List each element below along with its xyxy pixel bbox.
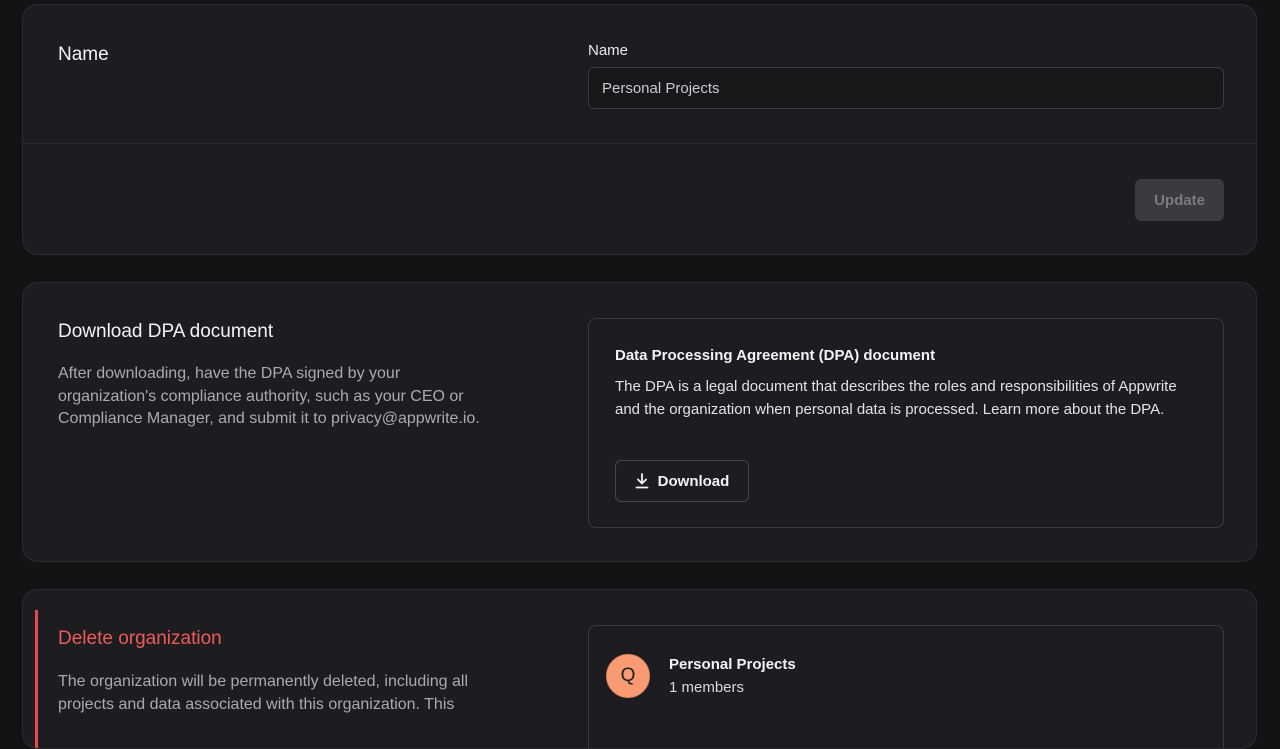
dpa-box-title: Data Processing Agreement (DPA) document [615, 347, 936, 364]
dpa-info-box: Data Processing Agreement (DPA) document… [588, 318, 1224, 528]
download-icon [635, 473, 649, 489]
download-button[interactable]: Download [615, 460, 749, 502]
divider [23, 143, 1256, 144]
delete-section-description: The organization will be permanently del… [58, 673, 469, 713]
avatar: Q [606, 654, 650, 698]
delete-org-card: Delete organization The organization wil… [22, 589, 1257, 749]
dpa-section-title: Download DPA document [58, 321, 274, 342]
delete-section-title: Delete organization [58, 628, 222, 649]
update-button[interactable]: Update [1135, 179, 1224, 221]
member-count: 1 members [669, 679, 745, 696]
danger-accent-bar [35, 610, 38, 748]
name-input[interactable] [588, 67, 1224, 109]
organization-summary-box: Q Personal Projects 1 members [588, 625, 1224, 748]
dpa-section-description: After downloading, have the DPA signed b… [58, 365, 480, 427]
name-card: Name Name Update [22, 4, 1257, 255]
download-button-label: Download [657, 472, 730, 490]
name-section-title: Name [58, 44, 109, 65]
name-field-label: Name [588, 42, 629, 59]
organization-name: Personal Projects [669, 656, 796, 673]
dpa-box-text: The DPA is a legal document that describ… [615, 378, 1177, 418]
dpa-card: Download DPA document After downloading,… [22, 282, 1257, 562]
